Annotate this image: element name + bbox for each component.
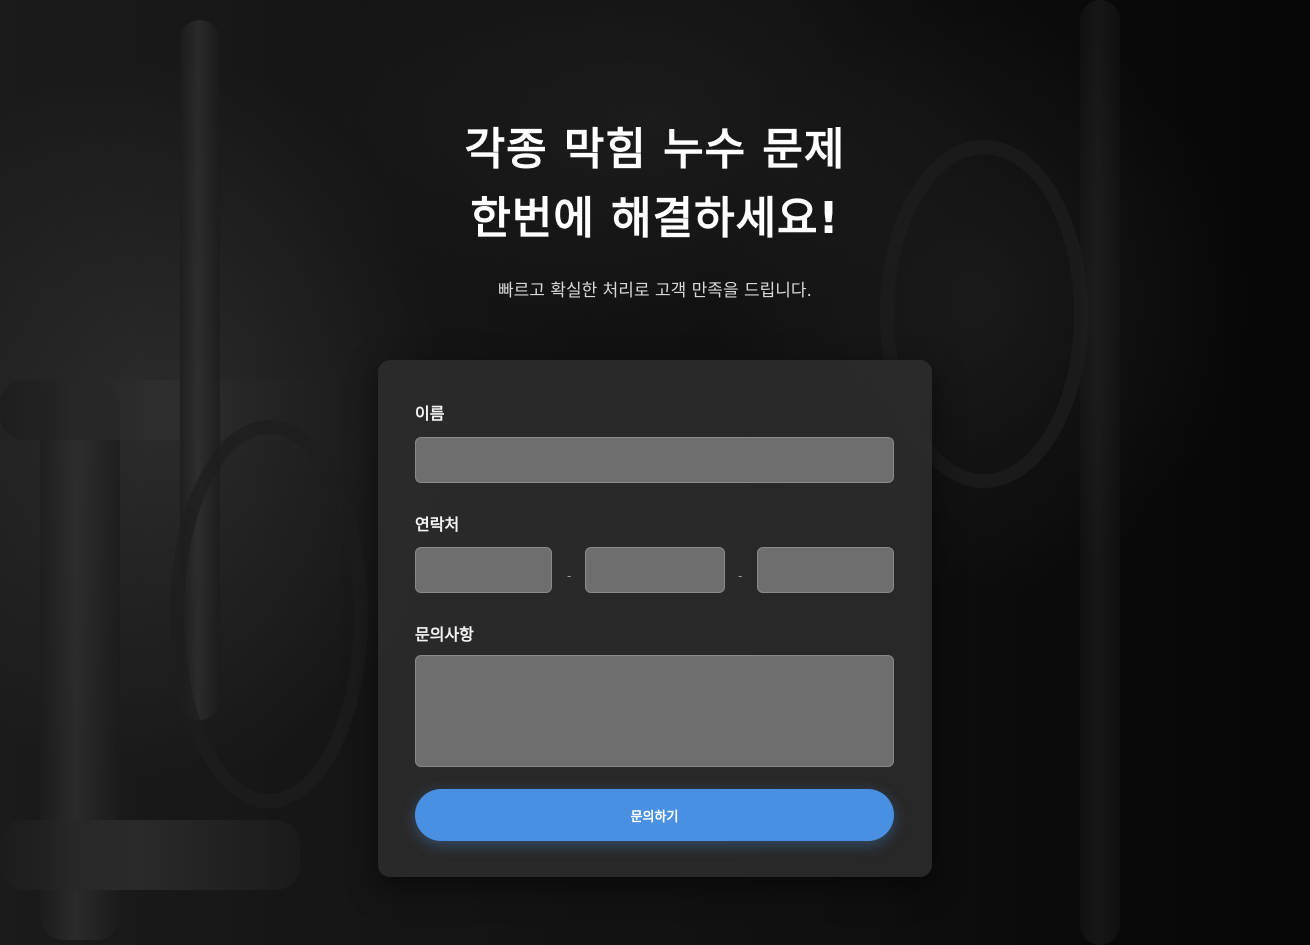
phone-part-3-input[interactable] (757, 547, 894, 593)
name-label: 이름 (415, 404, 445, 423)
phone-separator: - (738, 569, 743, 583)
phone-part-2-input[interactable] (585, 547, 725, 593)
inquiry-textarea[interactable] (415, 655, 894, 767)
phone-part-1-input[interactable] (415, 547, 552, 593)
headline-line-2: 한번에 해결하세요! (470, 193, 840, 244)
subheadline: 빠르고 확실한 처리로 고객 만족을 드립니다. (498, 281, 812, 301)
inquiry-form-card: 이름 연락처 - - 문의사항 문의하기 (378, 360, 932, 877)
phone-separator: - (567, 569, 572, 583)
inquiry-label: 문의사항 (415, 625, 474, 644)
submit-inquiry-button[interactable]: 문의하기 (415, 789, 894, 841)
name-input[interactable] (415, 437, 894, 483)
headline-line-1: 각종 막힘 누수 문제 (464, 124, 846, 175)
page: 각종 막힘 누수 문제 한번에 해결하세요! 빠르고 확실한 처리로 고객 만족… (0, 0, 1310, 945)
phone-label: 연락처 (415, 515, 460, 534)
